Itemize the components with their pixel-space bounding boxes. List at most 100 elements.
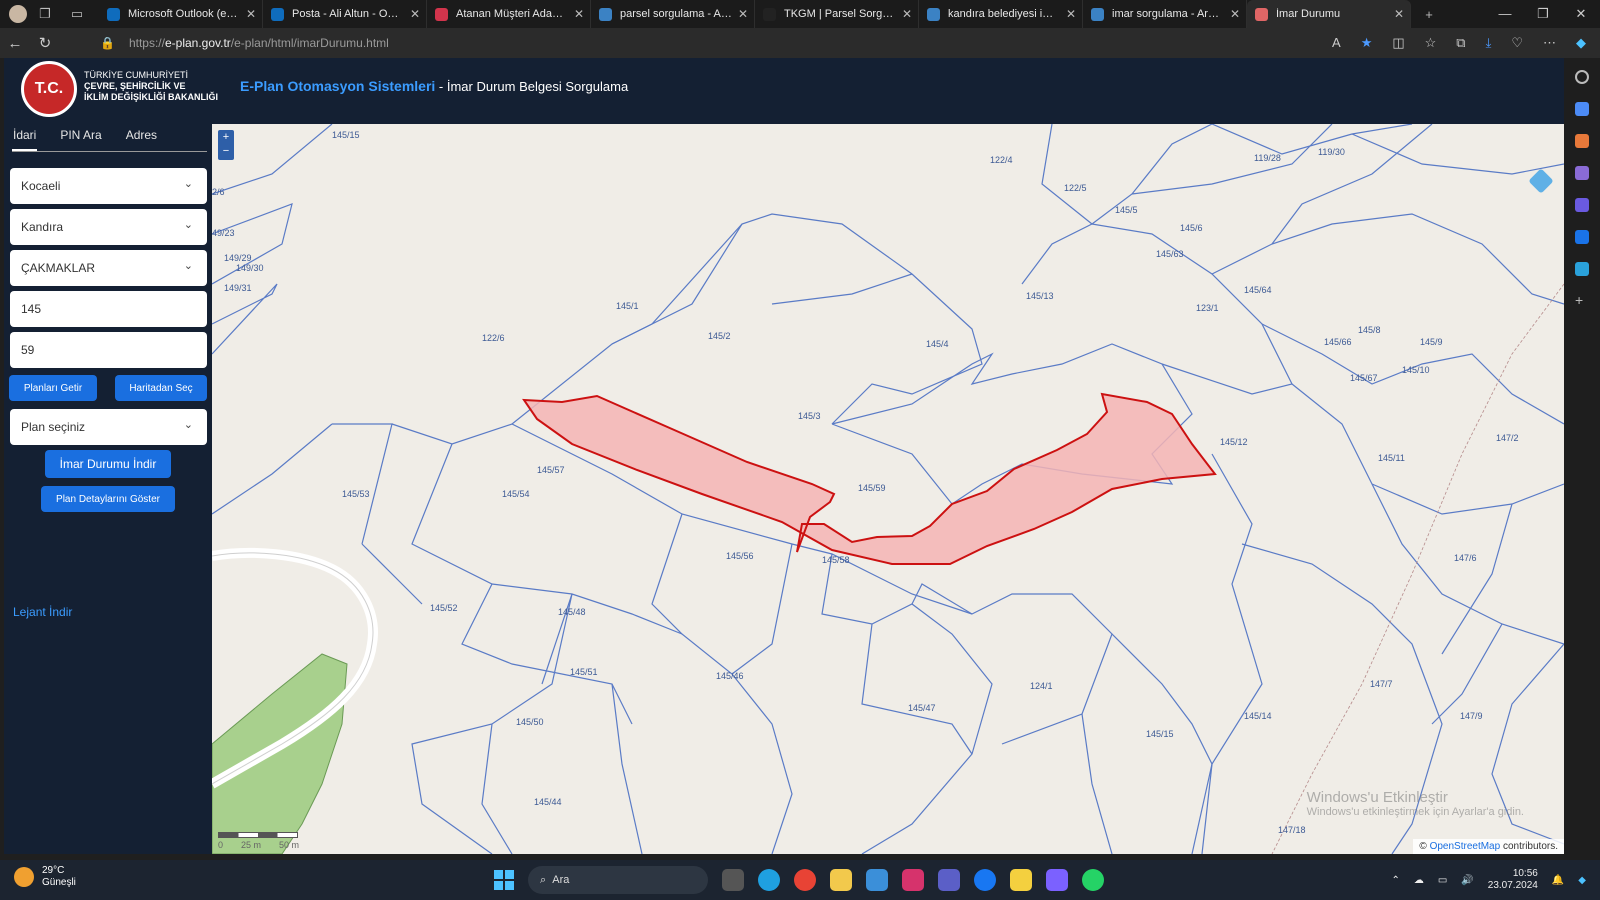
copilot-sidebar-icon[interactable] [1575, 198, 1589, 212]
browser-tab[interactable]: Posta - Ali Altun - Outlo ✕ [263, 0, 427, 28]
get-plans-button[interactable]: Planları Getir [9, 375, 97, 401]
close-tab-icon[interactable]: ✕ [246, 7, 256, 21]
url-field[interactable]: 🔒 https:// e-plan.gov.tr /e-plan/html/im… [100, 36, 389, 50]
close-tab-icon[interactable]: ✕ [1066, 7, 1076, 21]
zoom-in-icon[interactable]: + [218, 130, 234, 144]
instagram-icon[interactable] [902, 869, 924, 891]
tab-favicon-icon [107, 7, 120, 21]
tab-idari[interactable]: İdari [12, 128, 38, 151]
chevron-up-icon[interactable]: ⌃ [1391, 875, 1399, 886]
close-tab-icon[interactable]: ✕ [738, 7, 748, 21]
new-tab-icon[interactable]: + [1419, 4, 1439, 24]
edge-icon[interactable] [758, 869, 780, 891]
favorite-star-icon[interactable]: ★ [1361, 35, 1373, 51]
tab-title: kandıra belediyesi imar d [948, 8, 1060, 20]
legend-download-link[interactable]: Lejant İndir [13, 605, 72, 619]
notification-icon[interactable]: 🔔 [1552, 875, 1564, 886]
download-zoning-button[interactable]: İmar Durumu İndir [45, 450, 171, 478]
block-input[interactable]: 145 [10, 291, 207, 327]
more-menu-icon[interactable]: ⋯ [1543, 35, 1556, 51]
chevron-down-icon: ⌄ [183, 260, 193, 272]
network-icon[interactable]: ▭ [1438, 875, 1447, 886]
browser-tab[interactable]: Microsoft Outlook (eski s ✕ [99, 0, 263, 28]
split-screen-icon[interactable]: ◫ [1392, 35, 1404, 51]
file-explorer-icon[interactable] [830, 869, 852, 891]
download-icon[interactable]: ⤓ [1486, 35, 1492, 51]
task-view-icon[interactable] [722, 869, 744, 891]
taskbar-search[interactable]: ⌕ Ara [528, 866, 708, 894]
copilot-icon[interactable]: ◆ [1576, 35, 1586, 51]
parcel-label: 123/1 [1196, 303, 1219, 313]
browser-tab[interactable]: kandıra belediyesi imar d ✕ [919, 0, 1083, 28]
neighborhood-select[interactable]: ÇAKMAKLAR ⌄ [10, 250, 207, 286]
media-player-icon[interactable] [1046, 869, 1068, 891]
parcel-boundary [651, 513, 793, 854]
parcel-label: 147/7 [1370, 679, 1393, 689]
telegram-icon[interactable] [1575, 262, 1589, 276]
favorites-icon[interactable]: ☆ [1425, 35, 1437, 51]
whatsapp-icon[interactable] [1082, 869, 1104, 891]
mail-icon[interactable] [866, 869, 888, 891]
workspaces-icon[interactable]: ❐ [35, 4, 55, 24]
minimize-icon[interactable]: — [1486, 6, 1524, 22]
tools-icon[interactable] [1575, 134, 1589, 148]
tab-adres[interactable]: Adres [125, 128, 158, 151]
plan-select[interactable]: Plan seçiniz ⌄ [10, 409, 207, 445]
volume-icon[interactable]: 🔊 [1461, 875, 1473, 886]
zoom-control[interactable]: + − [218, 130, 234, 160]
parcel-label: 145/5 [1115, 205, 1138, 215]
plan-details-button[interactable]: Plan Detaylarını Göster [41, 486, 175, 512]
tab-pin-ara[interactable]: PIN Ara [59, 128, 102, 151]
browser-tab[interactable]: imar sorgulama - Arama ✕ [1083, 0, 1247, 28]
tab-actions-icon[interactable]: ▭ [67, 4, 87, 24]
clock[interactable]: 10:56 23.07.2024 [1488, 868, 1538, 892]
parcel-boundary [1291, 383, 1564, 645]
browser-tab[interactable]: parsel sorgulama - Aram ✕ [591, 0, 755, 28]
chrome-icon[interactable] [794, 869, 816, 891]
close-tab-icon[interactable]: ✕ [574, 7, 584, 21]
close-tab-icon[interactable]: ✕ [902, 7, 912, 21]
browser-essentials-icon[interactable]: ♡ [1511, 35, 1523, 51]
parcel-label: 145/59 [858, 483, 886, 493]
collections-icon[interactable]: ⧉ [1456, 35, 1465, 51]
notes-icon[interactable] [1010, 869, 1032, 891]
district-select[interactable]: Kandıra ⌄ [10, 209, 207, 245]
search-icon[interactable] [1575, 70, 1589, 84]
ministry-name: TÜRKİYE CUMHURİYETİ ÇEVRE, ŞEHİRCİLİK VE… [84, 70, 218, 103]
add-icon[interactable]: + [1575, 293, 1589, 308]
parcel-label: 145/14 [1244, 711, 1272, 721]
facebook-icon[interactable] [974, 869, 996, 891]
games-icon[interactable] [1575, 166, 1589, 180]
back-icon[interactable]: ← [0, 35, 30, 52]
tab-title: Posta - Ali Altun - Outlo [292, 8, 404, 20]
cloud-icon[interactable]: ☁ [1414, 875, 1424, 886]
app-name[interactable]: E-Plan Otomasyon Sistemleri [240, 78, 435, 94]
profile-avatar[interactable] [9, 5, 27, 23]
outlook-icon[interactable] [1575, 230, 1589, 244]
osm-link[interactable]: OpenStreetMap [1430, 841, 1501, 852]
parcel-label: 145/66 [1324, 337, 1352, 347]
parcel-input[interactable]: 59 [10, 332, 207, 368]
shopping-icon[interactable] [1575, 102, 1589, 116]
browser-tab[interactable]: İmar Durumu ✕ [1247, 0, 1411, 28]
close-tab-icon[interactable]: ✕ [1394, 7, 1404, 21]
weather-widget[interactable]: 29°C Güneşli [14, 865, 76, 889]
close-tab-icon[interactable]: ✕ [1230, 7, 1240, 21]
tab-title: TKGM | Parsel Sorgu Uyg [784, 8, 896, 20]
attribution-suffix: contributors. [1500, 841, 1558, 852]
browser-tab[interactable]: Atanan Müşteri Adayları ✕ [427, 0, 591, 28]
browser-tab[interactable]: TKGM | Parsel Sorgu Uyg ✕ [755, 0, 919, 28]
start-icon[interactable] [494, 870, 514, 890]
copilot-taskbar-icon[interactable]: ◆ [1578, 875, 1586, 886]
province-select[interactable]: Kocaeli ⌄ [10, 168, 207, 204]
close-tab-icon[interactable]: ✕ [410, 7, 420, 21]
read-aloud-icon[interactable]: A [1332, 35, 1341, 51]
restore-icon[interactable]: ❐ [1524, 6, 1562, 22]
refresh-icon[interactable]: ↻ [30, 34, 60, 52]
parcel-map[interactable]: 145/15 122/4 119/28 119/30 122/5 2/6 49/23 149/… [212, 124, 1564, 854]
parcel-label: 119/30 [1318, 147, 1345, 157]
zoom-out-icon[interactable]: − [218, 144, 234, 158]
close-window-icon[interactable]: ✕ [1562, 6, 1600, 22]
select-from-map-button[interactable]: Haritadan Seç [115, 375, 207, 401]
teams-icon[interactable] [938, 869, 960, 891]
